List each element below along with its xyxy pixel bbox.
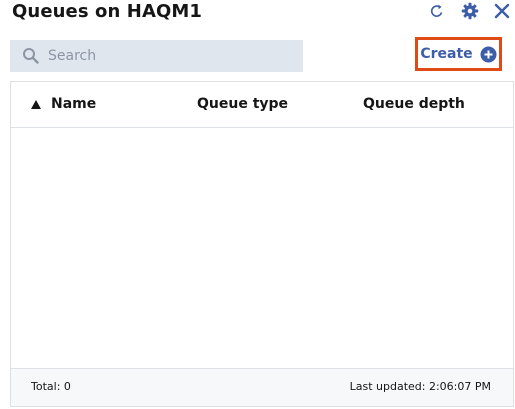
column-header-queue-type[interactable]: Queue type (197, 96, 288, 112)
create-button[interactable]: Create (418, 40, 499, 68)
last-updated: Last updated: 2:06:07 PM (349, 380, 491, 393)
panel-title: Queues on HAQM1 (12, 1, 203, 22)
search-bar[interactable] (10, 40, 303, 72)
close-icon[interactable] (491, 0, 513, 22)
search-icon (20, 45, 42, 67)
sort-ascending-icon (31, 99, 41, 109)
add-circle-icon (480, 46, 497, 63)
queues-table: Name Queue type Queue depth Total: 0 Las… (10, 81, 514, 407)
create-button-label: Create (420, 46, 473, 62)
queues-panel: Queues on HAQM1 Search Create Name Queue… (0, 0, 515, 409)
total-count: Total: 0 (31, 380, 71, 393)
search-input[interactable] (48, 48, 288, 64)
column-header-name[interactable]: Name (31, 96, 96, 112)
table-body (11, 128, 513, 368)
refresh-icon[interactable] (426, 0, 448, 22)
table-header: Name Queue type Queue depth (11, 82, 513, 128)
gear-icon[interactable] (459, 0, 481, 22)
column-header-queue-depth[interactable]: Queue depth (363, 96, 465, 112)
table-footer: Total: 0 Last updated: 2:06:07 PM (11, 368, 513, 406)
